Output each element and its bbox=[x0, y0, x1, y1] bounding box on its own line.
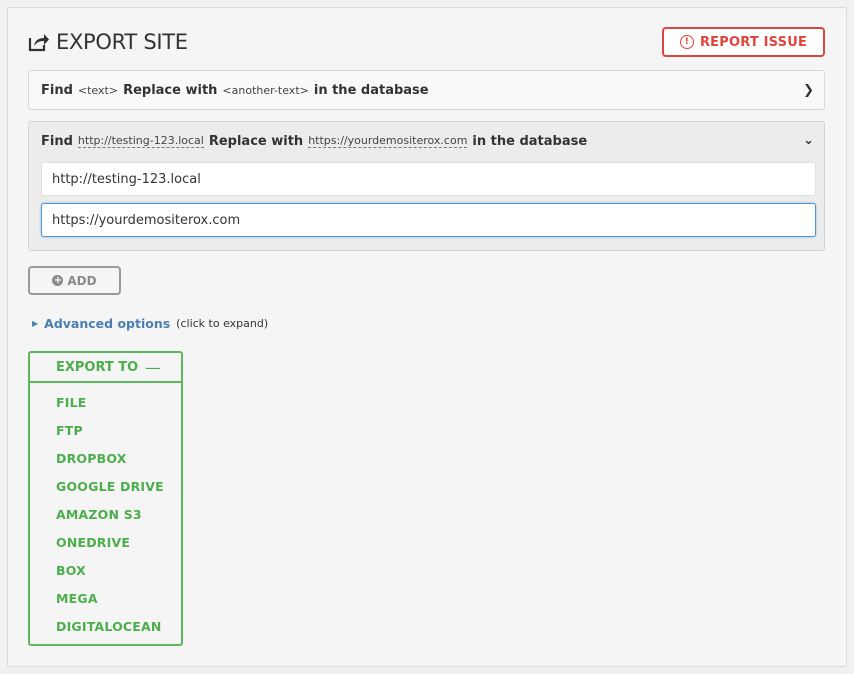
find-label: Find bbox=[41, 133, 73, 149]
page-title-text: EXPORT SITE bbox=[56, 30, 188, 54]
export-option-dropbox[interactable]: DROPBOX bbox=[30, 448, 181, 476]
add-label: ADD bbox=[67, 273, 97, 288]
replace-row-template[interactable]: Find <text> Replace with <another-text> … bbox=[28, 70, 825, 110]
find-label: Find bbox=[41, 82, 73, 98]
advanced-options-toggle[interactable]: ▶ Advanced options (click to expand) bbox=[32, 316, 268, 331]
replace-row-active: Find http://testing-123.local Replace wi… bbox=[28, 121, 825, 251]
export-option-onedrive[interactable]: ONEDRIVE bbox=[30, 532, 181, 560]
replace-label: Replace with bbox=[208, 133, 304, 149]
chevron-down-icon[interactable]: ⌄ bbox=[803, 133, 814, 148]
replace-text: https://yourdemositerox.com bbox=[308, 134, 468, 148]
advanced-options-hint: (click to expand) bbox=[176, 317, 269, 330]
suffix-label: in the database bbox=[313, 82, 429, 98]
report-issue-label: REPORT ISSUE bbox=[699, 34, 808, 50]
export-option-mega[interactable]: MEGA bbox=[30, 588, 181, 616]
replace-row-header[interactable]: Find http://testing-123.local Replace wi… bbox=[29, 122, 824, 160]
find-input[interactable] bbox=[41, 162, 816, 196]
report-issue-button[interactable]: ! REPORT ISSUE bbox=[662, 27, 825, 57]
export-to-menu: EXPORT TO — FILE FTP DROPBOX GOOGLE DRIV… bbox=[28, 351, 183, 646]
find-text: http://testing-123.local bbox=[77, 134, 204, 148]
suffix-label: in the database bbox=[472, 133, 588, 149]
plus-circle-icon: + bbox=[52, 275, 64, 286]
export-option-amazon-s3[interactable]: AMAZON S3 bbox=[30, 504, 181, 532]
page-title: EXPORT SITE bbox=[28, 30, 188, 54]
export-option-file[interactable]: FILE bbox=[30, 392, 181, 420]
add-button[interactable]: + ADD bbox=[28, 266, 121, 295]
replace-input[interactable] bbox=[41, 203, 816, 237]
replace-text: <another-text> bbox=[222, 83, 309, 97]
export-to-label: EXPORT TO bbox=[56, 359, 139, 375]
export-to-header[interactable]: EXPORT TO — bbox=[30, 353, 181, 383]
export-option-google-drive[interactable]: GOOGLE DRIVE bbox=[30, 476, 181, 504]
triangle-right-icon: ▶ bbox=[32, 319, 39, 328]
export-option-ftp[interactable]: FTP bbox=[30, 420, 181, 448]
export-option-box[interactable]: BOX bbox=[30, 560, 181, 588]
export-icon bbox=[28, 34, 49, 52]
advanced-options-link[interactable]: Advanced options bbox=[44, 316, 170, 331]
replace-label: Replace with bbox=[123, 82, 218, 98]
chevron-right-icon[interactable]: ❯ bbox=[803, 83, 814, 98]
alert-circle-icon: ! bbox=[679, 35, 694, 49]
export-option-digitalocean[interactable]: DIGITALOCEAN bbox=[30, 616, 181, 644]
export-destination-list: FILE FTP DROPBOX GOOGLE DRIVE AMAZON S3 … bbox=[30, 383, 181, 644]
find-text: <text> bbox=[77, 83, 119, 97]
export-panel: EXPORT SITE ! REPORT ISSUE Find <text> R… bbox=[7, 7, 847, 667]
minus-icon[interactable]: — bbox=[145, 358, 161, 377]
